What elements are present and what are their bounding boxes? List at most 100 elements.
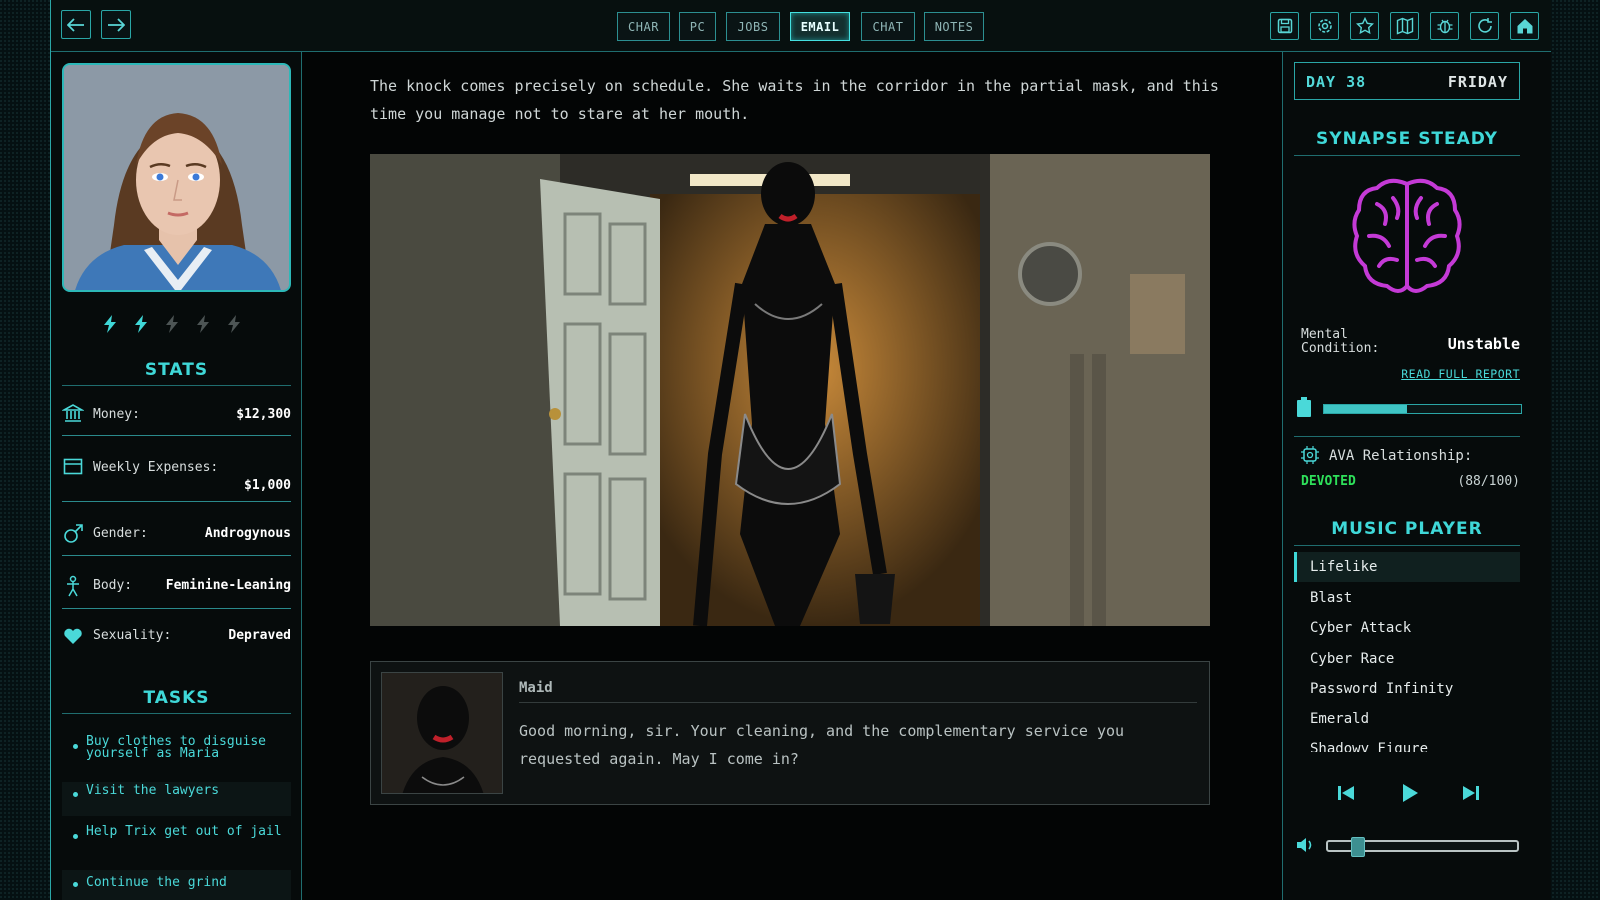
stat-value: Depraved [228,628,291,643]
ava-status: DEVOTED [1301,474,1356,489]
arrow-right-icon [108,17,125,32]
ava-label: AVA Relationship: [1329,448,1473,464]
refresh-icon [1477,18,1492,33]
mental-value: Unstable [1447,335,1520,353]
mental-label-line-2: Condition: [1301,341,1380,356]
energy-meter [101,314,243,334]
ava-score: (88/100) [1457,474,1520,489]
track-item[interactable]: Lifelike [1294,552,1520,582]
previous-track-button[interactable] [1335,782,1357,804]
speaker-image [382,673,502,793]
tasks-divider [62,713,291,714]
tab-char[interactable]: CHAR [617,12,670,41]
volume-knob[interactable] [1350,837,1365,857]
music-divider [1294,545,1520,546]
day-number: DAY 38 [1306,73,1367,91]
home-button[interactable] [1510,12,1539,40]
lightning-icon [135,315,147,333]
volume-slider[interactable] [1326,837,1519,857]
read-report-link[interactable]: READ FULL REPORT [1401,367,1520,381]
track-item[interactable]: Cyber Race [1294,644,1520,674]
favorite-button[interactable] [1350,12,1379,40]
tasks-title: TASKS [143,688,210,708]
synapse-divider [1294,155,1520,156]
next-track-button[interactable] [1460,782,1482,804]
stats-title: STATS [144,360,209,380]
track-item[interactable]: Shadowy Figure [1294,734,1520,752]
stat-weekly-expenses: Weekly Expenses: $1,000 [62,447,291,502]
tab-chat[interactable]: CHAT [861,12,915,41]
task-item[interactable]: Buy clothes to disguise yourself as Mari… [62,732,291,776]
forward-button[interactable] [101,10,131,39]
debug-button[interactable] [1430,12,1459,40]
relationship-divider [1294,436,1520,437]
track-item[interactable]: Emerald [1294,704,1520,734]
track-item[interactable]: Blast [1294,583,1520,613]
save-button[interactable] [1270,12,1299,40]
stat-value: Feminine-Leaning [165,578,291,593]
star-icon [1355,17,1374,35]
lightning-icon [104,315,116,333]
task-text: Buy clothes to disguise yourself as Mari… [86,734,267,761]
track-item[interactable]: Cyber Attack [1294,613,1520,643]
tab-email[interactable]: EMAIL [790,12,850,41]
stat-label: Gender: [93,526,148,541]
speaker-portrait [381,672,503,794]
narration-text: The knock comes precisely on schedule. S… [370,77,1219,123]
wallet-icon [63,458,83,475]
character-portrait[interactable] [62,63,291,292]
task-text: Continue the grind [86,875,227,890]
music-title: MUSIC PLAYER [1331,519,1483,539]
task-item[interactable]: Visit the lawyers [62,782,291,816]
dialog-divider [519,702,1197,703]
status-panel: DAY 38 FRIDAY SYNAPSE STEADY Mental Cond… [1282,52,1551,900]
stat-value: $1,000 [244,478,291,493]
scene-illustration [370,154,1210,626]
settings-button[interactable] [1310,12,1339,40]
dialog-text: Good morning, sir. Your cleaning, and th… [519,722,1125,768]
heart-icon [64,628,82,644]
stats-divider [62,385,291,386]
lightning-icon [166,315,178,333]
tab-pc[interactable]: PC [679,12,716,41]
brain-icon [1352,178,1462,293]
synapse-title: SYNAPSE STEADY [1316,129,1498,149]
mental-label: Mental Condition: [1301,328,1379,356]
mental-bar [1323,404,1522,414]
weekday: FRIDAY [1447,73,1508,91]
portrait-image [64,65,289,290]
character-panel: STATS Money: $12,300 Weekly Expenses: $1… [51,52,302,900]
scene-image [370,154,1210,626]
tab-jobs[interactable]: JOBS [726,12,780,41]
stat-sexuality: Sexuality: Depraved [62,618,291,658]
stat-money: Money: $12,300 [62,394,291,436]
dialog-box[interactable]: Maid Good morning, sir. Your cleaning, a… [370,661,1210,805]
volume-icon [1297,838,1312,852]
mental-bar-fill [1324,405,1407,413]
stat-label: Money: [93,407,140,422]
stat-gender: Gender: Androgynous [62,513,291,556]
track-list: Lifelike Blast Cyber Attack Cyber Race P… [1283,552,1552,752]
story-view: The knock comes precisely on schedule. S… [302,52,1282,900]
battery-icon [1297,397,1311,417]
tab-notes[interactable]: NOTES [924,12,984,41]
top-bar: CHAR PC JOBS EMAIL CHAT NOTES [51,0,1551,52]
skip-next-icon [1463,786,1479,800]
task-item[interactable]: Continue the grind [62,870,291,900]
play-icon [1403,784,1418,802]
map-icon [1396,17,1413,35]
task-text: Help Trix get out of jail [86,824,282,839]
lightning-icon [197,315,209,333]
lightning-icon [228,315,240,333]
back-button[interactable] [61,10,91,39]
track-item[interactable]: Password Infinity [1294,674,1520,704]
play-button[interactable] [1398,781,1422,805]
refresh-button[interactable] [1470,12,1499,40]
save-icon [1277,18,1292,34]
map-button[interactable] [1390,12,1419,40]
task-item[interactable]: Help Trix get out of jail [62,822,291,866]
arrow-left-icon [67,17,84,32]
home-icon [1517,19,1532,34]
skip-previous-icon [1338,786,1354,800]
stat-value: Androgynous [204,526,291,541]
